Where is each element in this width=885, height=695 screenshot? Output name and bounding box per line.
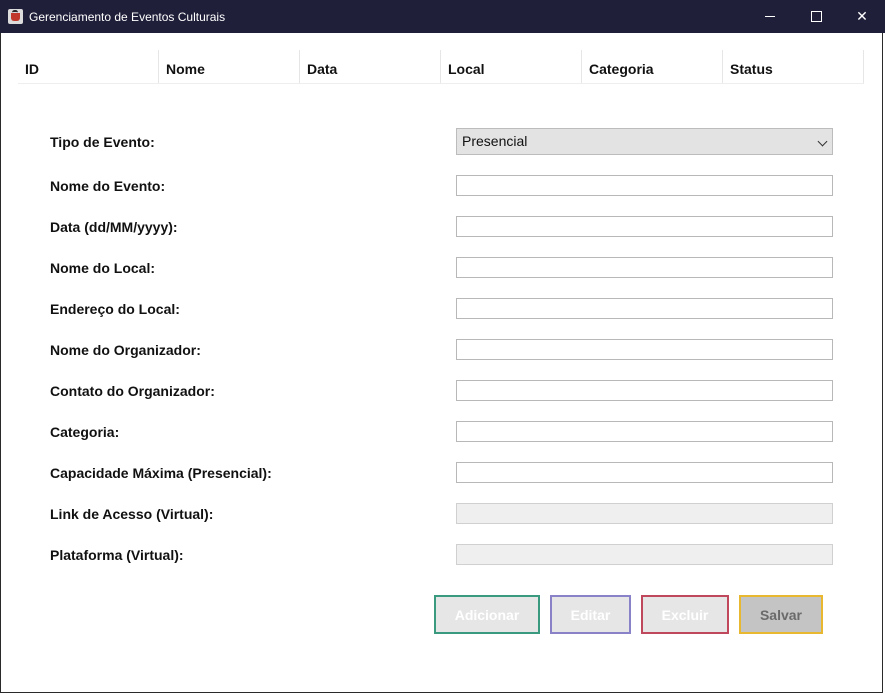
capacidade-input[interactable] [456, 462, 833, 483]
data-label: Data (dd/MM/yyyy): [50, 219, 178, 235]
endereco-local-input[interactable] [456, 298, 833, 319]
title-bar: Gerenciamento de Eventos Culturais ✕ [0, 0, 885, 33]
column-header-nome[interactable]: Nome [159, 50, 300, 83]
events-table-header: ID Nome Data Local Categoria Status [18, 50, 864, 84]
nome-organizador-label: Nome do Organizador: [50, 342, 201, 358]
column-header-categoria[interactable]: Categoria [582, 50, 723, 83]
close-button[interactable]: ✕ [839, 0, 885, 33]
chevron-down-icon [817, 136, 828, 147]
contato-organizador-label: Contato do Organizador: [50, 383, 215, 399]
app-icon [8, 9, 23, 24]
plataforma-input[interactable] [456, 544, 833, 565]
maximize-button[interactable] [793, 0, 839, 33]
column-header-id[interactable]: ID [18, 50, 159, 83]
nome-organizador-input[interactable] [456, 339, 833, 360]
editar-button[interactable]: Editar [550, 595, 631, 634]
close-icon: ✕ [856, 8, 868, 24]
column-header-local[interactable]: Local [441, 50, 582, 83]
salvar-button[interactable]: Salvar [739, 595, 823, 634]
window-title: Gerenciamento de Eventos Culturais [29, 10, 226, 24]
endereco-local-label: Endereço do Local: [50, 301, 180, 317]
capacidade-label: Capacidade Máxima (Presencial): [50, 465, 272, 481]
link-acesso-label: Link de Acesso (Virtual): [50, 506, 214, 522]
excluir-button[interactable]: Excluir [641, 595, 729, 634]
tipo-evento-value: Presencial [462, 133, 528, 149]
maximize-icon [810, 11, 822, 22]
tipo-evento-label: Tipo de Evento: [50, 134, 155, 150]
link-acesso-input[interactable] [456, 503, 833, 524]
nome-evento-input[interactable] [456, 175, 833, 196]
minimize-icon [765, 16, 775, 17]
minimize-button[interactable] [747, 0, 793, 33]
nome-local-label: Nome do Local: [50, 260, 156, 276]
data-input[interactable] [456, 216, 833, 237]
column-header-data[interactable]: Data [300, 50, 441, 83]
contato-organizador-input[interactable] [456, 380, 833, 401]
adicionar-button[interactable]: Adicionar [434, 595, 540, 634]
categoria-input[interactable] [456, 421, 833, 442]
tipo-evento-select[interactable]: Presencial [456, 128, 833, 155]
categoria-label: Categoria: [50, 424, 120, 440]
nome-local-input[interactable] [456, 257, 833, 278]
nome-evento-label: Nome do Evento: [50, 178, 166, 194]
column-header-status[interactable]: Status [723, 50, 864, 83]
plataforma-label: Plataforma (Virtual): [50, 547, 184, 563]
